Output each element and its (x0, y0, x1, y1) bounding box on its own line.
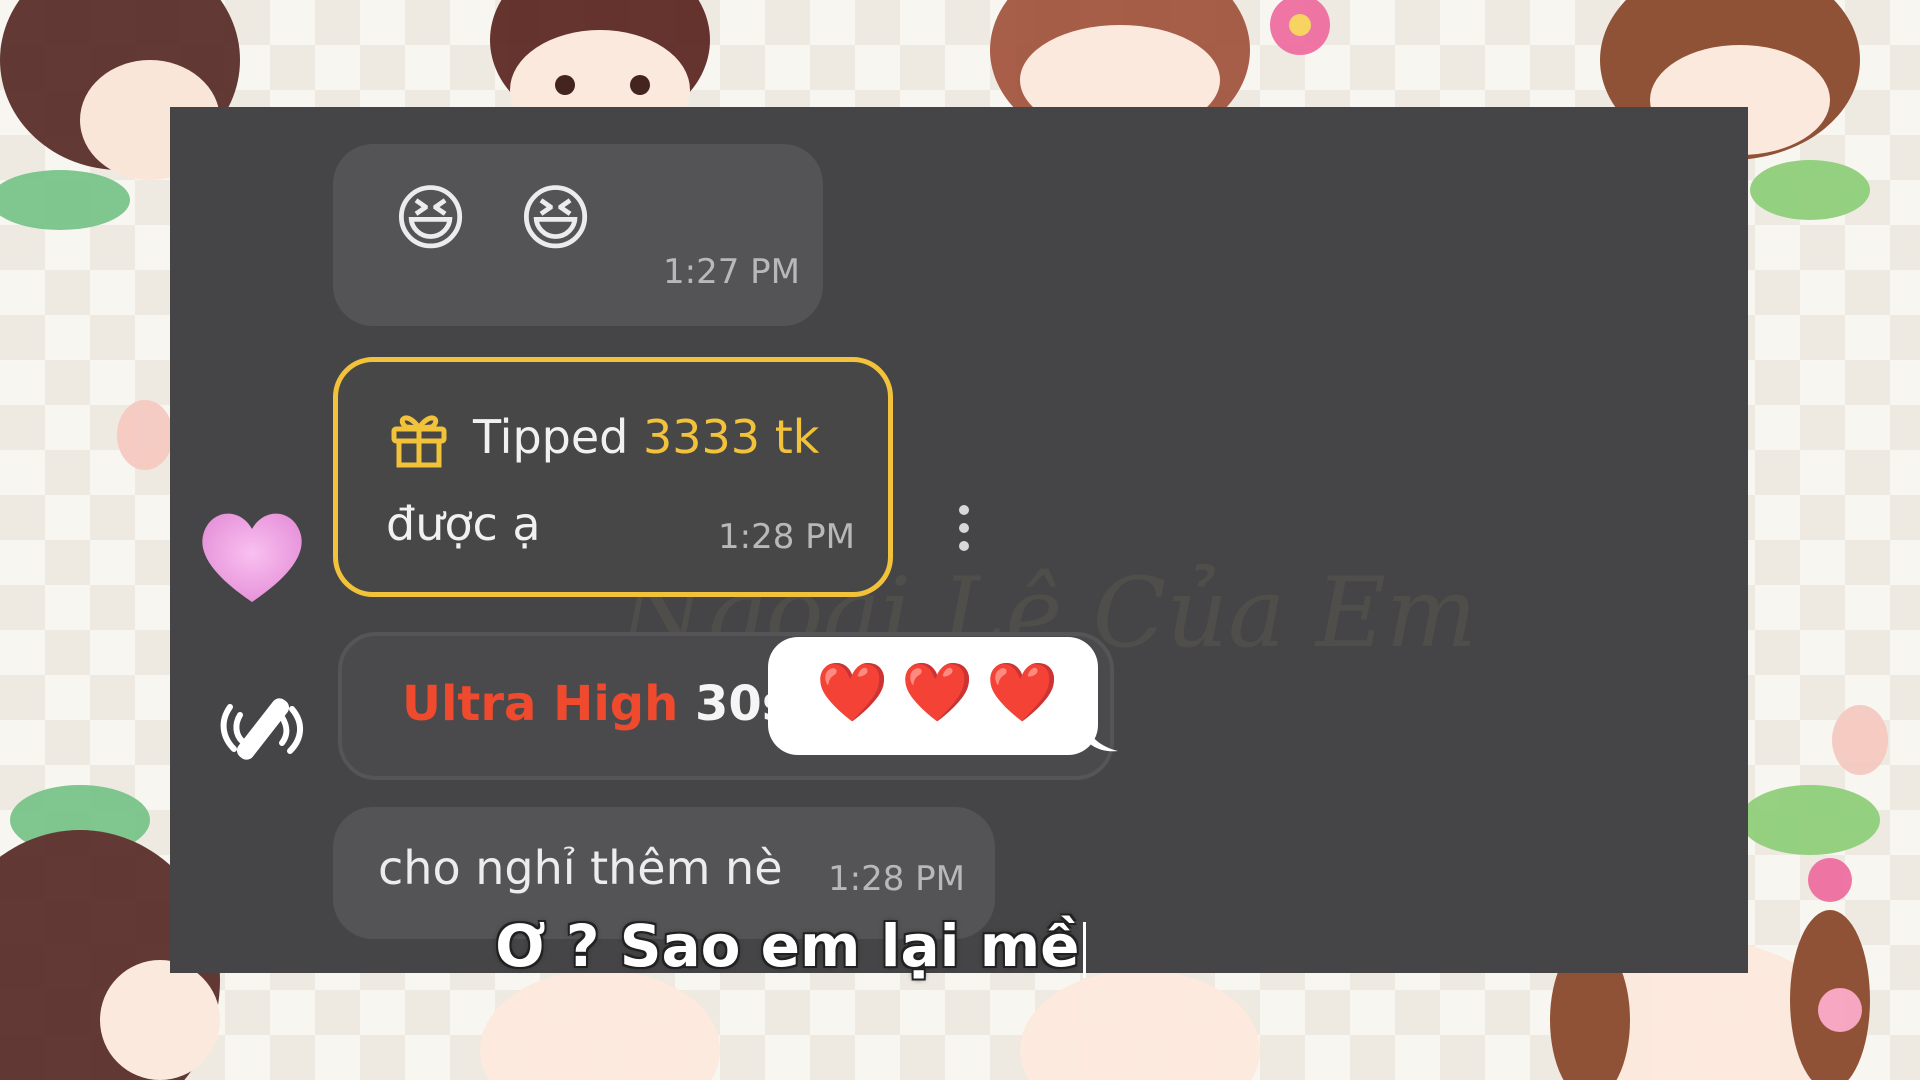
subtitle-text: Ơ ? Sao em lại mề (495, 912, 1080, 980)
video-subtitle: Ơ ? Sao em lại mề (495, 912, 1087, 980)
text-caret (1083, 921, 1087, 978)
emoji-laughing: 😆 (518, 176, 594, 260)
reaction-popup[interactable]: ❤️ ❤️ ❤️ (768, 637, 1118, 755)
heart-icon (202, 513, 302, 602)
tip-label: Tipped 3333 tk (473, 410, 819, 464)
gift-icon (391, 415, 447, 468)
message-text: cho nghỉ thêm nè (378, 841, 783, 895)
tip-amount: 3333 tk (643, 410, 820, 464)
emoji-laughing: 😆 (393, 176, 469, 260)
chat-panel: Ngoại Lệ Của Em 😆 😆 1:27 PM Tipped 3333 … (170, 107, 1748, 973)
message-time: 1:27 PM (663, 252, 800, 292)
heart-reaction[interactable]: ❤️ (816, 663, 888, 721)
message-time: 1:28 PM (828, 859, 965, 899)
popup-tail (1078, 729, 1118, 752)
tip-message-text: được ạ (386, 497, 541, 551)
tip-message-bubble[interactable]: Tipped 3333 tk được ạ 1:28 PM (333, 357, 893, 597)
message-time: 1:28 PM (718, 517, 855, 557)
more-options-icon[interactable] (954, 502, 974, 558)
heart-reaction[interactable]: ❤️ (901, 663, 973, 721)
vibration-icon (220, 698, 303, 760)
tipped-text: Tipped (473, 410, 629, 464)
heart-reaction[interactable]: ❤️ (986, 663, 1058, 721)
emoji-message-bubble[interactable]: 😆 😆 1:27 PM (333, 144, 823, 326)
quality-label: Ultra High (402, 676, 679, 732)
